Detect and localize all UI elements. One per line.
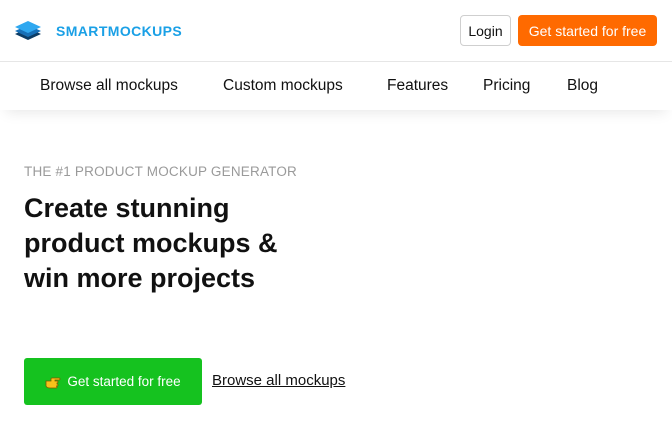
brand[interactable]: SMARTMOCKUPS — [14, 19, 182, 43]
hero-eyebrow: THE #1 PRODUCT MOCKUP GENERATOR — [24, 164, 297, 179]
nav-item-custom-mockups[interactable]: Custom mockups — [223, 62, 343, 110]
pointing-hand-icon — [45, 377, 61, 388]
main-nav: Browse all mockups Custom mockups Featur… — [0, 62, 672, 110]
browse-all-mockups-link[interactable]: Browse all mockups — [212, 372, 345, 389]
brand-name: SMARTMOCKUPS — [56, 23, 183, 39]
hero-get-started-button[interactable]: Get started for free — [24, 358, 202, 405]
hero-headline: Create stunning product mockups & win mo… — [24, 191, 344, 296]
headline-line: win more projects — [24, 263, 256, 293]
nav-item-browse-all-mockups[interactable]: Browse all mockups — [40, 62, 178, 110]
headline-line: Create stunning — [24, 193, 230, 223]
hero-get-started-label: Get started for free — [67, 374, 181, 389]
stacked-layers-icon — [15, 21, 41, 40]
get-started-button[interactable]: Get started for free — [518, 15, 657, 46]
nav-item-blog[interactable]: Blog — [567, 62, 598, 110]
headline-line: product mockups & — [24, 228, 278, 258]
nav-item-features[interactable]: Features — [387, 62, 448, 110]
top-header: SMARTMOCKUPS Login Get started for free — [0, 0, 672, 62]
login-button[interactable]: Login — [460, 15, 511, 46]
nav-item-pricing[interactable]: Pricing — [483, 62, 530, 110]
